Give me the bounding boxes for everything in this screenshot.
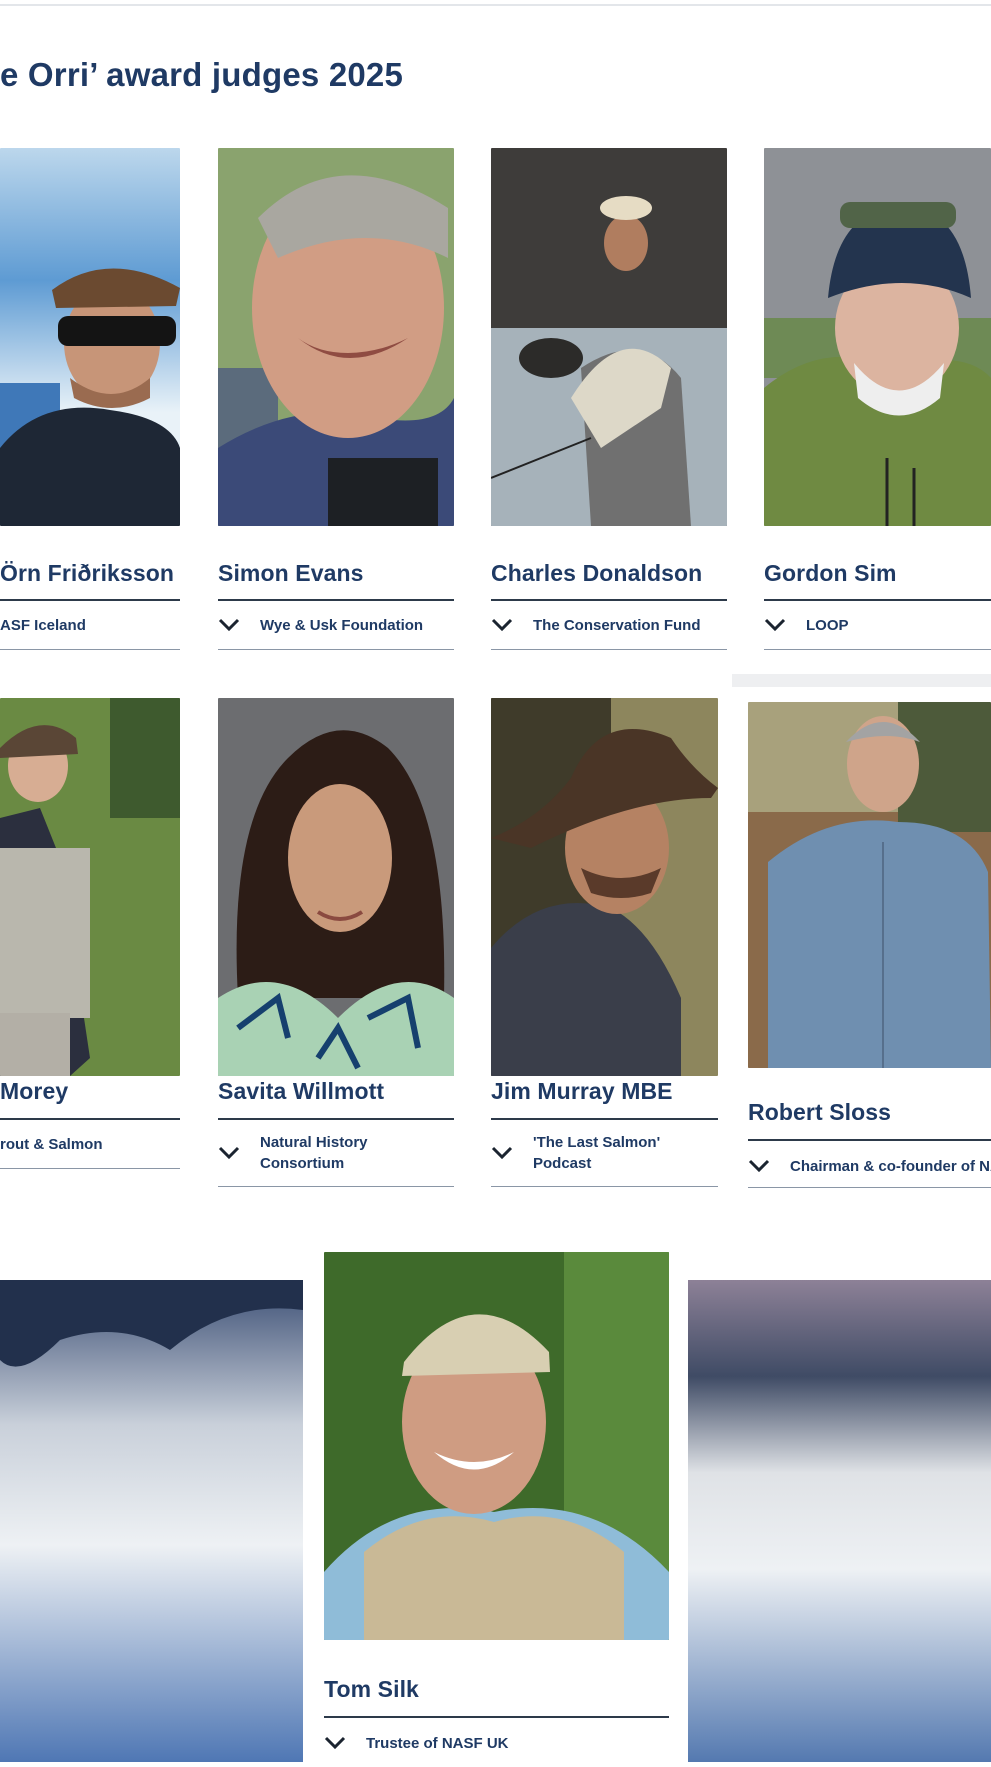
judge-role-toggle[interactable]: LOOP — [764, 612, 991, 638]
judge-role-toggle[interactable]: rout & Salmon — [0, 1131, 180, 1157]
judge-role: Trustee of NASF UK — [366, 1734, 509, 1752]
judge-role-toggle[interactable]: Chairman & co-founder of NA — [748, 1153, 991, 1179]
judge-photo — [0, 698, 180, 1076]
judge-role: 'The Last Salmon' Podcast — [533, 1134, 661, 1172]
chevron-down-icon — [748, 1159, 770, 1173]
judge-name: Morey — [0, 1078, 69, 1104]
chevron-down-icon — [491, 1146, 513, 1160]
judge-role-toggle[interactable]: 'The Last Salmon' Podcast — [491, 1132, 718, 1174]
name-divider — [0, 1118, 180, 1120]
name-divider — [764, 599, 991, 601]
judge-role: rout & Salmon — [0, 1135, 103, 1153]
judge-card-savita-willmott: Savita Willmott Natural History Consortiu… — [218, 698, 454, 1190]
divider-strip — [732, 674, 991, 687]
chevron-down-icon — [218, 1146, 240, 1160]
judge-name: Gordon Sim — [764, 560, 897, 586]
judge-card-gordon-sim: Gordon Sim LOOP — [764, 148, 991, 652]
role-divider — [748, 1187, 991, 1188]
judge-role-toggle[interactable]: Trustee of NASF UK — [324, 1730, 669, 1756]
judge-name: Savita Willmott — [218, 1078, 385, 1104]
judge-photo — [748, 702, 991, 1068]
judge-card-morey: Morey rout & Salmon — [0, 698, 180, 1174]
lake-background-right — [688, 1280, 991, 1762]
judge-photo — [0, 148, 180, 526]
role-divider — [0, 1168, 180, 1169]
judge-card-orn-fridriksson: Örn Friðriksson ASF Iceland — [0, 148, 180, 652]
judge-role: The Conservation Fund — [533, 616, 701, 634]
judge-name: Charles Donaldson — [491, 560, 703, 586]
role-divider — [0, 649, 180, 650]
name-divider — [491, 599, 727, 601]
role-divider — [491, 649, 727, 650]
judge-card-charles-donaldson: Charles Donaldson The Conservation Fund — [491, 148, 727, 652]
judge-role: Chairman & co-founder of NA — [790, 1157, 991, 1175]
name-divider — [324, 1716, 669, 1718]
judge-role-toggle[interactable]: The Conservation Fund — [491, 612, 727, 638]
judge-photo — [324, 1252, 669, 1640]
judge-name: Robert Sloss — [748, 1099, 892, 1125]
judge-card-jim-murray: Jim Murray MBE 'The Last Salmon' Podcast — [491, 698, 718, 1190]
judge-role: Natural History Consortium — [260, 1134, 368, 1172]
judge-photo — [218, 148, 454, 526]
judge-role-toggle[interactable]: Natural History Consortium — [218, 1132, 454, 1174]
role-divider — [491, 1186, 718, 1187]
section-heading: e Orri’ award judges 2025 — [0, 56, 404, 93]
judge-role-toggle[interactable]: ASF Iceland — [0, 612, 180, 638]
judge-role: ASF Iceland — [0, 616, 86, 634]
role-divider — [218, 649, 454, 650]
lake-background-left — [0, 1280, 303, 1762]
judge-name: Tom Silk — [324, 1676, 419, 1702]
chevron-down-icon — [491, 618, 513, 632]
judge-card-robert-sloss: Robert Sloss Chairman & co-founder of NA — [748, 702, 991, 1190]
chevron-down-icon — [324, 1736, 346, 1750]
name-divider — [0, 599, 180, 601]
role-divider — [764, 649, 991, 650]
name-divider — [218, 599, 454, 601]
name-divider — [748, 1139, 991, 1141]
judge-name: Simon Evans — [218, 560, 364, 586]
judge-photo — [491, 698, 718, 1076]
judge-role-toggle[interactable]: Wye & Usk Foundation — [218, 612, 454, 638]
judge-card-simon-evans: Simon Evans Wye & Usk Foundation — [218, 148, 454, 652]
judge-role: LOOP — [806, 616, 849, 634]
judge-name: Jim Murray MBE — [491, 1078, 673, 1104]
chevron-down-icon — [218, 618, 240, 632]
chevron-down-icon — [764, 618, 786, 632]
role-divider — [218, 1186, 454, 1187]
judge-card-tom-silk: Tom Silk Trustee of NASF UK — [304, 1252, 687, 1762]
top-divider — [0, 4, 991, 6]
judge-photo — [491, 148, 727, 526]
judge-role: Wye & Usk Foundation — [260, 616, 424, 634]
name-divider — [491, 1118, 718, 1120]
judge-name: Örn Friðriksson — [0, 560, 175, 586]
judge-photo — [218, 698, 454, 1076]
judge-photo — [764, 148, 991, 526]
name-divider — [218, 1118, 454, 1120]
